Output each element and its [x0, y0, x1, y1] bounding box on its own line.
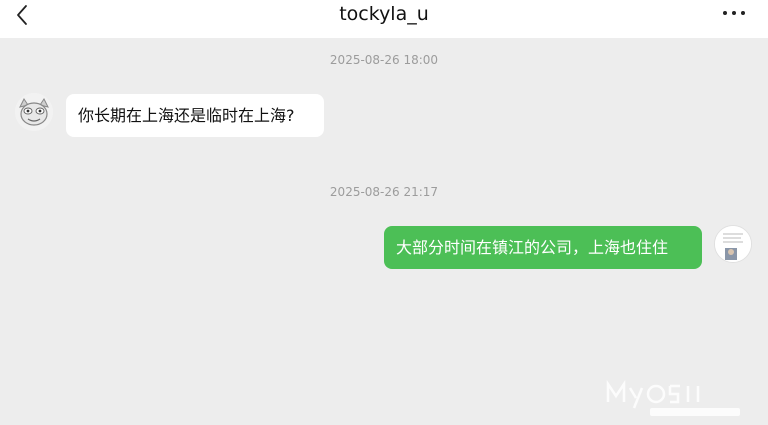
- watermark-logo-icon: [606, 379, 740, 416]
- cartoon-face-icon: [15, 93, 53, 131]
- chat-title: tockyla_u: [339, 3, 429, 25]
- message-text: 大部分时间在镇江的公司，上海也住住: [396, 237, 669, 257]
- profile-picture-icon: [715, 226, 751, 262]
- message-timestamp: 2025-08-26 18:00: [329, 53, 439, 67]
- site-watermark-logo: [604, 372, 754, 420]
- incoming-message-bubble[interactable]: 你长期在上海还是临时在上海?: [66, 94, 324, 137]
- more-options-button[interactable]: [720, 4, 748, 22]
- contact-avatar[interactable]: [15, 93, 53, 131]
- own-avatar[interactable]: [714, 225, 752, 263]
- more-dots-icon: [723, 11, 745, 15]
- top-bar: tockyla_u: [0, 0, 768, 38]
- outgoing-message-bubble[interactable]: 大部分时间在镇江的公司，上海也住住: [384, 226, 702, 269]
- message-timestamp: 2025-08-26 21:17: [329, 185, 439, 199]
- message-text: 你长期在上海还是临时在上海?: [78, 105, 295, 125]
